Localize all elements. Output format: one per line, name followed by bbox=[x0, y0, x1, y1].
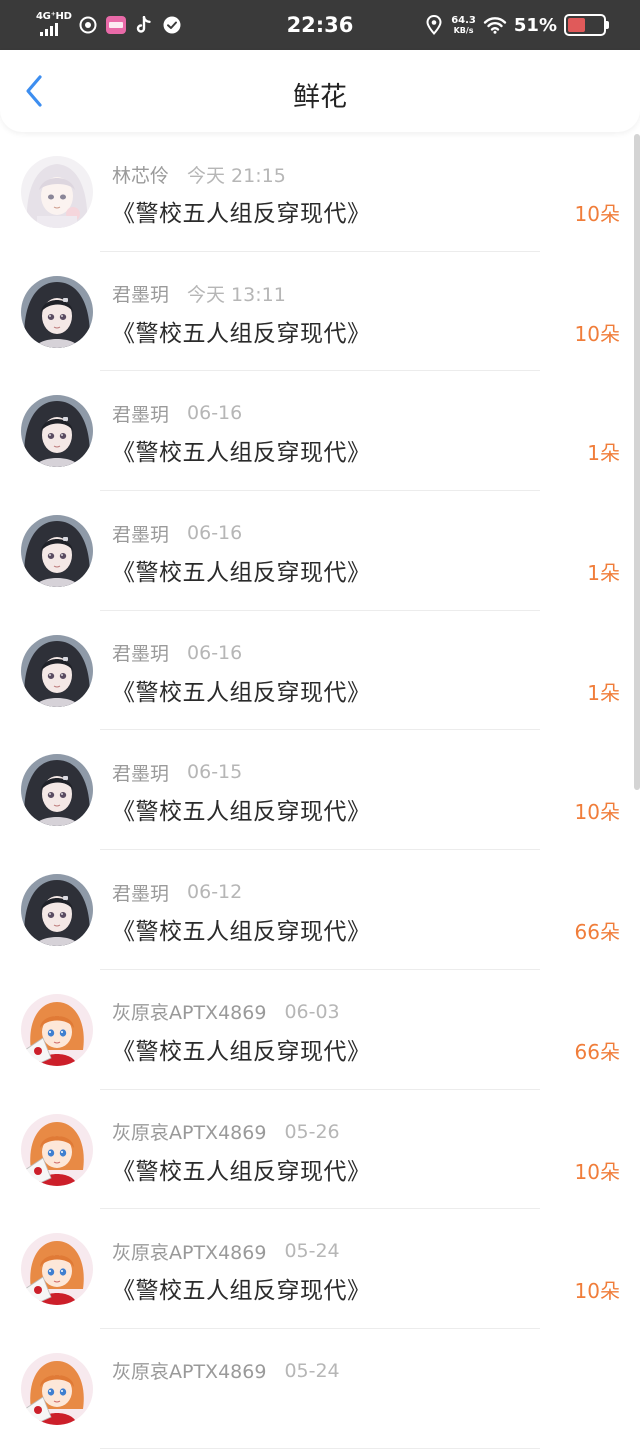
page-title: 鲜花 bbox=[293, 82, 347, 113]
list-item[interactable]: 灰原哀APTX4869 05-24 bbox=[0, 1329, 640, 1449]
flower-count: 1朵 bbox=[587, 561, 620, 586]
book-title[interactable]: 《警校五人组反穿现代》 bbox=[112, 1152, 371, 1186]
list-item[interactable]: 灰原哀APTX4869 05-24 《警校五人组反穿现代》 10朵 bbox=[0, 1209, 640, 1329]
user-name[interactable]: 灰原哀APTX4869 bbox=[112, 1357, 266, 1384]
avatar-dark-hair-girl[interactable] bbox=[21, 515, 93, 588]
status-right-icons: 64.3 KB/s 51% bbox=[424, 12, 609, 38]
battery-level bbox=[568, 18, 585, 32]
flower-count: 10朵 bbox=[574, 1279, 620, 1304]
list-item[interactable]: 灰原哀APTX4869 06-03 《警校五人组反穿现代》 66朵 bbox=[0, 970, 640, 1090]
avatar-dark-hair-girl[interactable] bbox=[21, 634, 93, 707]
book-title[interactable]: 《警校五人组反穿现代》 bbox=[112, 673, 371, 707]
flower-count: 10朵 bbox=[574, 321, 620, 346]
avatar-dark-hair-girl[interactable] bbox=[21, 754, 93, 827]
avatar-white-hair-girl[interactable] bbox=[21, 156, 93, 228]
flower-record-list[interactable]: 林芯伶 今天 21:15 《警校五人组反穿现代》 10朵 君墨玥 今天 13:1… bbox=[0, 132, 640, 1449]
avatar-dark-hair-girl[interactable] bbox=[21, 275, 93, 348]
battery-percent: 51% bbox=[513, 14, 557, 36]
book-title[interactable]: 《警校五人组反穿现代》 bbox=[112, 553, 371, 587]
list-item[interactable]: 君墨玥 06-16 《警校五人组反穿现代》 1朵 bbox=[0, 491, 640, 611]
list-item[interactable]: 君墨玥 06-16 《警校五人组反穿现代》 1朵 bbox=[0, 611, 640, 731]
book-title[interactable]: 《警校五人组反穿现代》 bbox=[112, 1032, 371, 1066]
book-title[interactable]: 《警校五人组反穿现代》 bbox=[112, 912, 371, 946]
location-icon bbox=[424, 15, 444, 35]
divider bbox=[100, 1447, 540, 1449]
avatar-orange-hair-girl[interactable] bbox=[21, 993, 93, 1066]
timestamp: 06-12 bbox=[187, 881, 243, 904]
flower-count: 66朵 bbox=[574, 920, 620, 945]
user-name[interactable]: 灰原哀APTX4869 bbox=[112, 1238, 266, 1265]
user-name[interactable]: 林芯伶 bbox=[112, 161, 169, 188]
timestamp: 05-24 bbox=[284, 1359, 340, 1382]
avatar-orange-hair-girl[interactable] bbox=[21, 1352, 93, 1425]
list-item[interactable]: 君墨玥 06-15 《警校五人组反穿现代》 10朵 bbox=[0, 730, 640, 851]
book-title[interactable]: 《警校五人组反穿现代》 bbox=[112, 433, 371, 467]
flower-count: 10朵 bbox=[574, 202, 620, 226]
user-name[interactable]: 灰原哀APTX4869 bbox=[112, 1118, 266, 1145]
network-speed-unit: KB/s bbox=[453, 25, 474, 35]
header: 鲜花 bbox=[0, 50, 640, 132]
book-title[interactable]: 《警校五人组反穿现代》 bbox=[112, 792, 371, 826]
user-name[interactable]: 君墨玥 bbox=[112, 280, 169, 307]
list-item[interactable]: 林芯伶 今天 21:15 《警校五人组反穿现代》 10朵 bbox=[0, 132, 640, 252]
avatar-dark-hair-girl[interactable] bbox=[21, 874, 93, 947]
user-name[interactable]: 君墨玥 bbox=[112, 759, 169, 786]
battery-icon bbox=[564, 14, 609, 36]
avatar-dark-hair-girl[interactable] bbox=[21, 395, 93, 468]
timestamp: 今天 13:11 bbox=[187, 284, 286, 307]
user-name[interactable]: 君墨玥 bbox=[112, 400, 169, 427]
status-bar: 4G⁺HD 22:36 64.3 KB/s 51% bbox=[0, 0, 640, 50]
timestamp: 06-16 bbox=[187, 402, 243, 425]
network-speed: 64.3 KB/s bbox=[451, 14, 476, 35]
flower-count: 10朵 bbox=[574, 800, 620, 825]
timestamp: 06-16 bbox=[187, 522, 243, 545]
timestamp: 06-15 bbox=[187, 761, 243, 784]
timestamp: 05-24 bbox=[284, 1240, 340, 1263]
flower-count: 66朵 bbox=[574, 1039, 620, 1064]
timestamp: 今天 21:15 bbox=[187, 164, 286, 187]
list-item[interactable]: 君墨玥 今天 13:11 《警校五人组反穿现代》 10朵 bbox=[0, 252, 640, 372]
wifi-icon bbox=[483, 15, 507, 35]
avatar-orange-hair-girl[interactable] bbox=[21, 1233, 93, 1306]
list-item[interactable]: 君墨玥 06-12 《警校五人组反穿现代》 66朵 bbox=[0, 850, 640, 970]
book-title[interactable]: 《警校五人组反穿现代》 bbox=[112, 314, 371, 348]
avatar-orange-hair-girl[interactable] bbox=[21, 1113, 93, 1186]
flower-count: 1朵 bbox=[587, 441, 620, 466]
flower-count: 1朵 bbox=[587, 680, 620, 705]
network-speed-value: 64.3 bbox=[451, 14, 476, 26]
user-name[interactable]: 灰原哀APTX4869 bbox=[112, 998, 266, 1025]
scrollbar[interactable] bbox=[634, 134, 640, 790]
flower-count: 10朵 bbox=[574, 1159, 620, 1184]
user-name[interactable]: 君墨玥 bbox=[112, 520, 169, 547]
book-title[interactable]: 《警校五人组反穿现代》 bbox=[112, 194, 371, 228]
timestamp: 06-03 bbox=[284, 1000, 340, 1023]
book-title[interactable]: 《警校五人组反穿现代》 bbox=[112, 1271, 371, 1305]
timestamp: 06-16 bbox=[187, 641, 243, 664]
user-name[interactable]: 君墨玥 bbox=[112, 879, 169, 906]
timestamp: 05-26 bbox=[284, 1120, 340, 1143]
user-name[interactable]: 君墨玥 bbox=[112, 639, 169, 666]
list-item[interactable]: 灰原哀APTX4869 05-26 《警校五人组反穿现代》 10朵 bbox=[0, 1090, 640, 1210]
list-item[interactable]: 君墨玥 06-16 《警校五人组反穿现代》 1朵 bbox=[0, 371, 640, 492]
